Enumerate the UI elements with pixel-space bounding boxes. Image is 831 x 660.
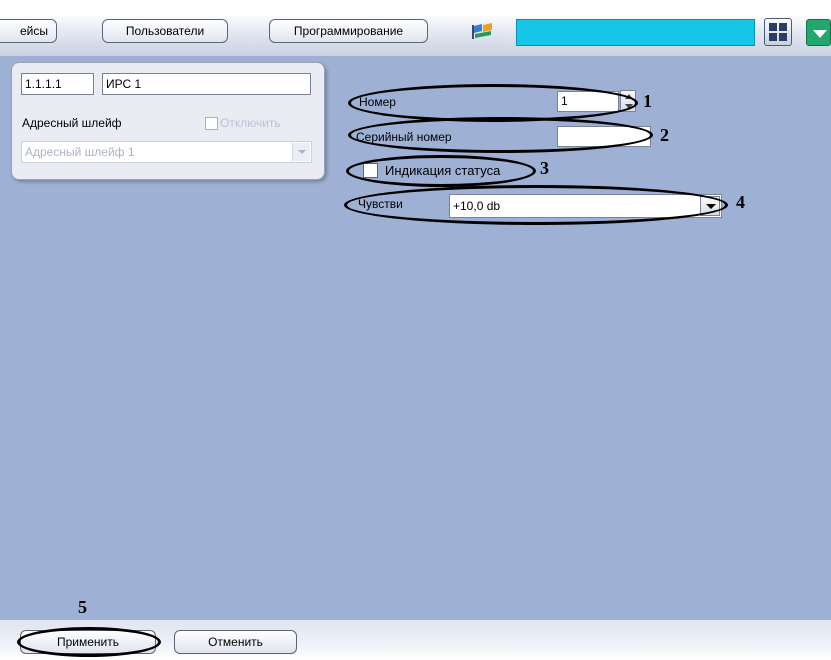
callout-number-5: 5 — [78, 597, 87, 617]
disable-checkbox[interactable] — [205, 117, 218, 130]
callout-number-1: 1 — [643, 91, 652, 111]
callout-oval-5 — [17, 627, 161, 657]
callout-oval-3 — [346, 155, 536, 187]
disable-label: Отключить — [220, 116, 281, 130]
cancel-button[interactable]: Отменить — [174, 630, 297, 654]
object-address-field[interactable]: 1.1.1.1 — [21, 73, 94, 95]
callout-number-3: 3 — [540, 158, 549, 178]
chevron-down-icon[interactable] — [806, 19, 831, 46]
loop-label: Адресный шлейф — [22, 116, 122, 130]
interfaces-tab-label: ейсы — [19, 24, 48, 38]
object-search-bar[interactable] — [516, 19, 755, 46]
chevron-down-icon — [292, 143, 310, 161]
interfaces-tab-button[interactable]: ейсы — [0, 19, 57, 43]
flag-icon[interactable] — [471, 22, 495, 40]
object-card: 1.1.1.1 ИРС 1 Адресный шлейф Отключить А… — [11, 62, 325, 180]
object-name-field[interactable]: ИРС 1 — [102, 73, 311, 95]
programming-tab-button[interactable]: Программирование — [269, 19, 428, 43]
cancel-button-label: Отменить — [208, 635, 263, 649]
callout-oval-4 — [344, 185, 728, 225]
top-toolbar: ейсы Пользователи Программирование — [0, 0, 831, 56]
users-tab-label: Пользователи — [125, 24, 205, 38]
users-tab-button[interactable]: Пользователи — [102, 19, 228, 43]
callout-oval-2 — [348, 117, 653, 153]
programming-tab-label: Программирование — [293, 24, 404, 38]
callout-number-2: 2 — [660, 125, 669, 145]
grid-layout-icon[interactable] — [764, 18, 792, 46]
loop-select-value: Адресный шлейф 1 — [25, 145, 135, 159]
callout-number-4: 4 — [736, 192, 745, 212]
loop-select: Адресный шлейф 1 — [21, 141, 312, 163]
